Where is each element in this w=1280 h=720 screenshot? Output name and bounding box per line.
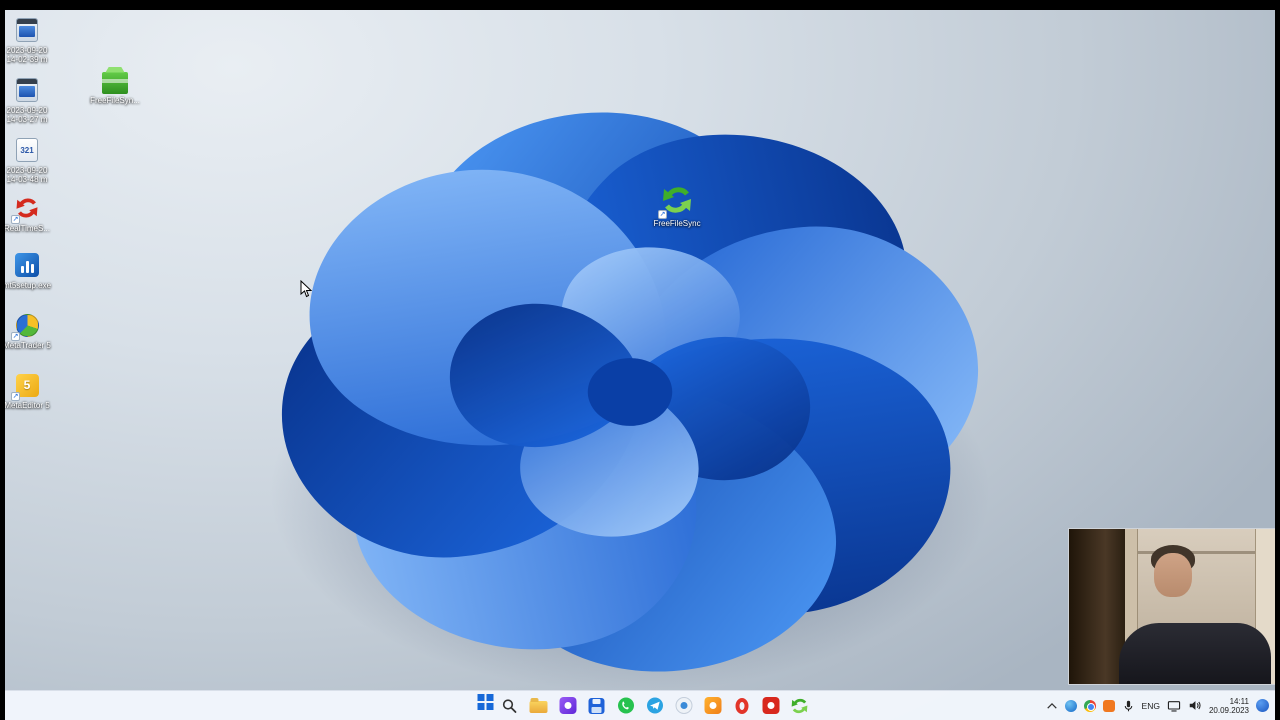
webcam-overlay <box>1068 528 1275 685</box>
sync-arrows-green-icon: ↗ <box>658 183 694 219</box>
video-file-glyph <box>16 78 38 102</box>
desktop-icon-label: mt5setup.exe <box>5 281 52 290</box>
clock[interactable]: 14:11 20.09.2023 <box>1209 697 1249 715</box>
file-explorer-button[interactable] <box>526 693 552 719</box>
green-box-glyph <box>102 66 128 94</box>
video-file-icon <box>13 76 41 104</box>
desktop-icon-video-recording-3[interactable]: 321 2023-09-20 14-03-48 m <box>5 136 53 184</box>
cast-screen-icon <box>1167 700 1181 712</box>
mt5-glyph <box>15 253 39 277</box>
folder-icon <box>529 698 548 713</box>
shortcut-arrow-overlay: ↗ <box>658 210 667 219</box>
taskbar: ENG 14:11 20.09.2023 <box>5 690 1275 720</box>
desktop-icon-metatrader5[interactable]: ↗ MetaTrader 5 <box>5 311 53 350</box>
clock-time: 14:11 <box>1229 696 1249 706</box>
light-app-icon <box>675 697 692 714</box>
desktop-icon-label: FreeFileSyn... <box>90 96 140 105</box>
app-save-button[interactable] <box>584 693 610 719</box>
clock-date: 20.09.2023 <box>1208 705 1249 715</box>
tray-app-blue-icon[interactable] <box>1064 699 1077 712</box>
shortcut-arrow-overlay: ↗ <box>11 332 20 341</box>
box-band <box>102 78 128 83</box>
package-box-icon <box>101 66 129 94</box>
mouse-cursor <box>300 279 313 303</box>
telegram-button[interactable] <box>642 693 668 719</box>
windows-logo-icon <box>477 694 484 701</box>
desktop-icon-realtimesync[interactable]: ↗ RealTimeS... <box>5 194 53 233</box>
metatrader-logo-icon: ↗ <box>11 311 41 341</box>
bar <box>30 264 34 273</box>
bar <box>20 266 24 273</box>
desktop-icon-label: MetaTrader 5 <box>5 341 51 350</box>
metaeditor-icon: 5 ↗ <box>11 371 41 401</box>
desktop-icon-freefilesync[interactable]: ↗ FreeFileSync <box>647 183 707 228</box>
clapper-strip <box>17 19 37 24</box>
microphone-button[interactable] <box>1122 699 1135 713</box>
freefilesync-button[interactable] <box>787 693 813 719</box>
file-glyph: 321 <box>16 138 38 162</box>
app-orange-button[interactable] <box>700 693 726 719</box>
bar <box>25 261 29 273</box>
desktop-icon-mt5setup[interactable]: mt5setup.exe <box>5 251 53 290</box>
tray-overflow-button[interactable] <box>1046 700 1058 712</box>
whatsapp-icon <box>617 697 634 714</box>
microphone-icon <box>1124 700 1132 711</box>
tray-app-orange-icon[interactable] <box>1102 699 1115 712</box>
sync-arrows-green-icon <box>791 698 808 713</box>
video-file-glyph <box>16 18 38 42</box>
taskbar-center-icons <box>468 691 813 720</box>
sync-arrows-red-icon: ↗ <box>11 194 41 224</box>
app-purple-button[interactable] <box>555 693 581 719</box>
wallpaper-bloom <box>270 112 990 692</box>
opera-icon <box>735 697 748 714</box>
notification-button[interactable] <box>1256 699 1269 712</box>
chrome-icon[interactable] <box>1083 699 1096 712</box>
opera-button[interactable] <box>729 693 755 719</box>
purple-app-icon <box>559 697 576 714</box>
cursor-arrow-icon <box>300 279 313 298</box>
search-button[interactable] <box>497 693 523 719</box>
desktop-icon-label: 2023-09-20 14-02-39 m <box>6 46 48 64</box>
desktop-icon-video-recording-2[interactable]: 2023-09-20 14-03-27 m <box>5 76 53 124</box>
start-button[interactable] <box>468 693 494 719</box>
file-badge: 321 <box>20 145 34 155</box>
red-app-icon <box>762 697 779 714</box>
orange-app-icon <box>704 697 721 714</box>
person-body <box>1119 623 1271 684</box>
app-red-button[interactable] <box>758 693 784 719</box>
chevron-up-icon <box>1046 702 1057 709</box>
film-strip <box>19 26 35 37</box>
video-frame: 2023-09-20 14-02-39 m 2023-09-20 14-03-2… <box>0 0 1280 720</box>
person-head <box>1154 553 1192 597</box>
whatsapp-button[interactable] <box>613 693 639 719</box>
volume-button[interactable] <box>1188 699 1202 712</box>
speaker-icon <box>1189 701 1201 710</box>
metaeditor-badge: 5 <box>23 378 31 392</box>
shortcut-arrow-overlay: ↗ <box>11 392 20 401</box>
box-flap <box>105 66 125 73</box>
desktop-icon-label: 2023-09-20 14-03-27 m <box>6 106 48 124</box>
mt5-installer-icon <box>13 251 41 279</box>
app-light-button[interactable] <box>671 693 697 719</box>
telegram-icon <box>646 697 663 714</box>
clapper-strip <box>17 79 37 84</box>
desktop-icon-label: RealTimeS... <box>5 224 50 233</box>
wardrobe <box>1069 529 1125 684</box>
desktop-icon-freefilesync-installer[interactable]: FreeFileSyn... <box>89 66 141 105</box>
desktop-icon-metaeditor5[interactable]: 5 ↗ MetaEditor 5 <box>5 371 53 410</box>
language-indicator[interactable]: ENG <box>1142 701 1160 711</box>
shortcut-arrow-overlay: ↗ <box>11 215 20 224</box>
numbered-file-icon: 321 <box>13 136 41 164</box>
floppy-disk-icon <box>588 697 605 714</box>
cast-button[interactable] <box>1167 700 1181 712</box>
desktop-icon-video-recording-1[interactable]: 2023-09-20 14-02-39 m <box>5 16 53 64</box>
system-tray: ENG 14:11 20.09.2023 <box>1046 691 1269 720</box>
film-strip <box>19 86 35 97</box>
video-file-icon <box>13 16 41 44</box>
desktop-icon-label: MetaEditor 5 <box>5 401 50 410</box>
desktop-icon-label: 2023-09-20 14-03-48 m <box>6 166 48 184</box>
desktop: 2023-09-20 14-02-39 m 2023-09-20 14-03-2… <box>5 10 1275 720</box>
search-icon <box>502 698 517 713</box>
desktop-icon-label: FreeFileSync <box>653 219 701 228</box>
